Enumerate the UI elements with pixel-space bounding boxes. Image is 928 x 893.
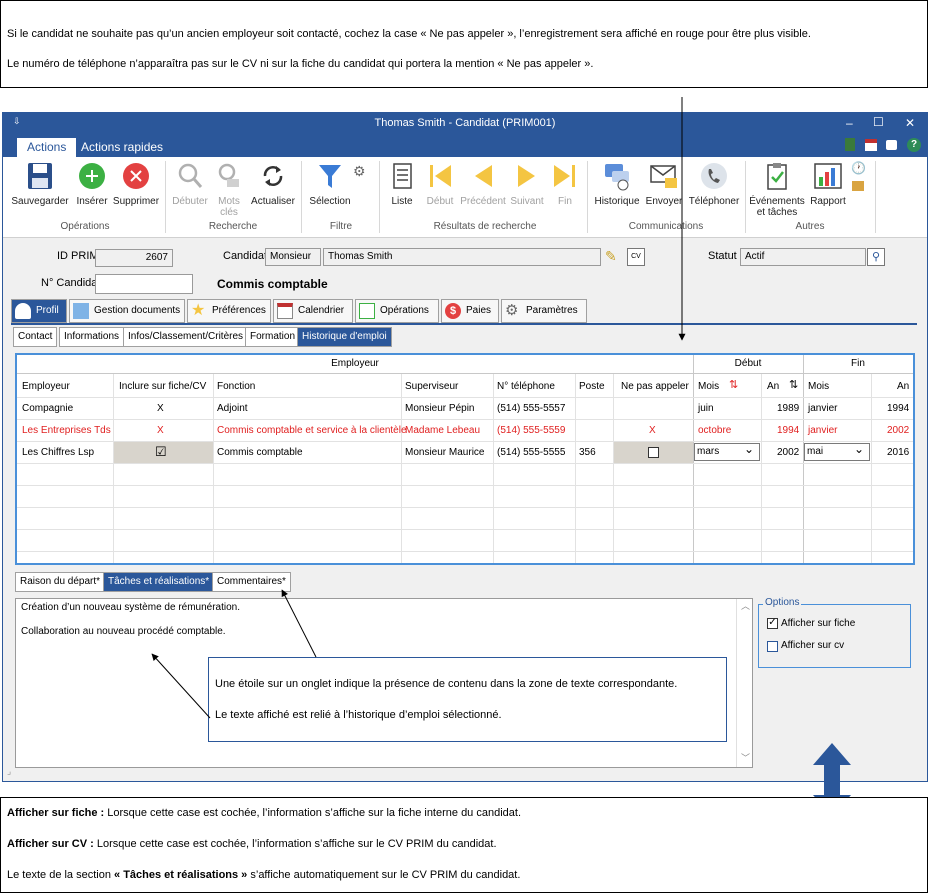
annotation-arrows (151, 97, 851, 816)
section-post: s’affiche automatiquement sur le CV PRIM… (247, 869, 521, 881)
section-pre: Le texte de la section (7, 869, 115, 881)
afficher-cv-term: Afficher sur CV : (7, 838, 94, 850)
bottom-note: Afficher sur fiche : Lorsque cette case … (0, 797, 928, 893)
afficher-cv-desc: Lorsque cette case est cochée, l’informa… (93, 838, 497, 850)
afficher-fiche-desc: Lorsque cette case est cochée, l’informa… (104, 807, 522, 819)
bottom-note-line2: Afficher sur CV : Lorsque cette case est… (7, 838, 497, 850)
afficher-fiche-term: Afficher sur fiche : (7, 807, 105, 819)
arrow-to-textarea (151, 653, 211, 719)
bottom-note-line1: Afficher sur fiche : Lorsque cette case … (7, 807, 521, 819)
section-term: « Tâches et réalisations » (114, 869, 248, 881)
arrow-to-tabs (281, 589, 317, 658)
bottom-note-line3: Le texte de la section « Tâches et réali… (7, 869, 520, 881)
